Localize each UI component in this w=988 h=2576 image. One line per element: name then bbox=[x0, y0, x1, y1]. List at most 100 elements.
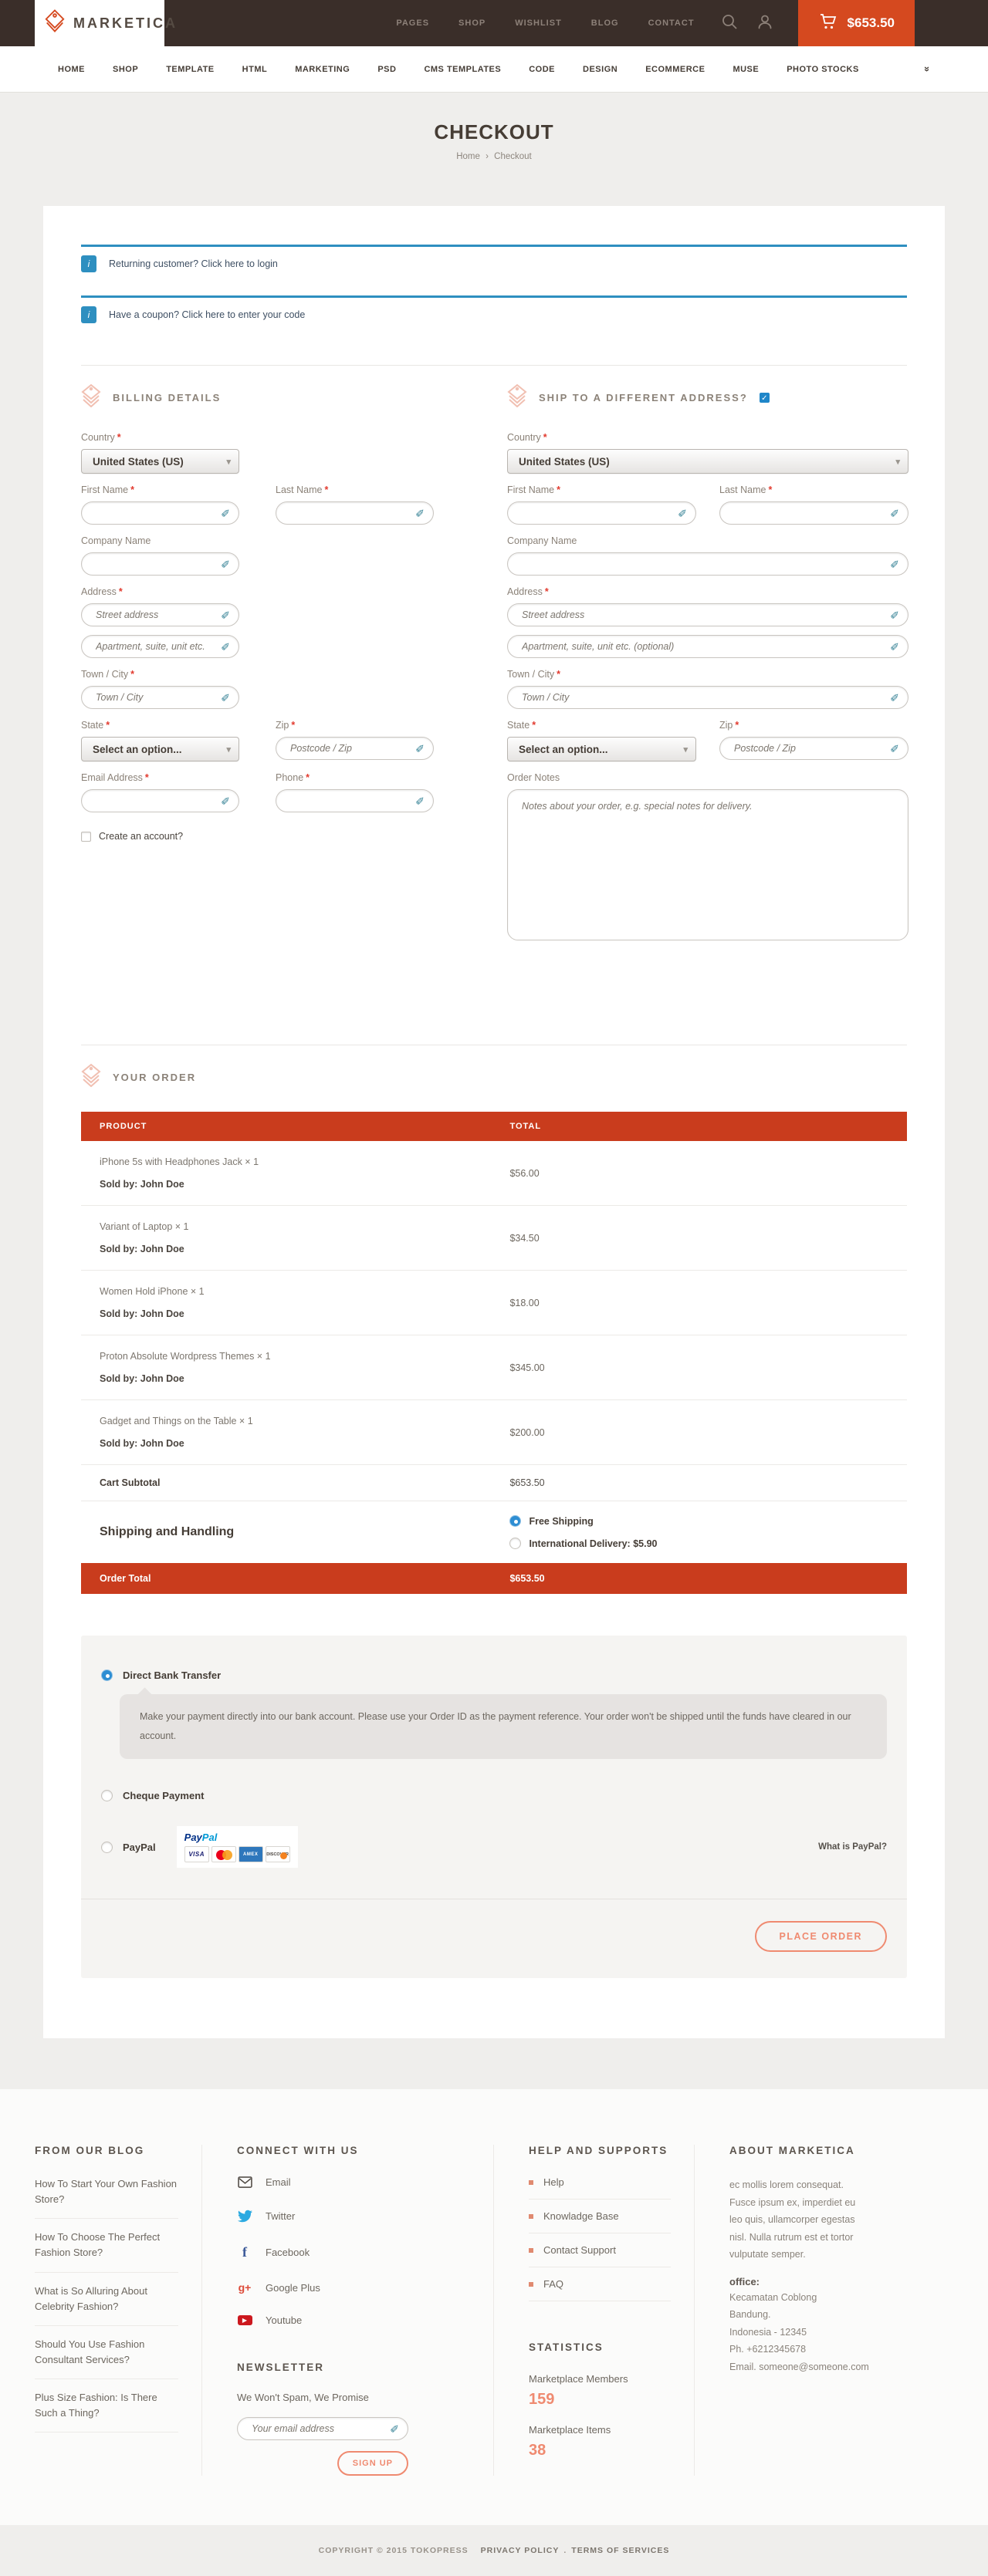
category-nav-link[interactable]: DESIGN bbox=[583, 65, 618, 74]
radio-icon[interactable] bbox=[509, 1538, 521, 1549]
bullet-icon bbox=[529, 2180, 533, 2185]
email-icon bbox=[237, 2176, 252, 2188]
brand-logo[interactable]: MARKETICA bbox=[35, 0, 164, 46]
selected-value: Select an option... bbox=[519, 744, 608, 755]
shipping-option-free[interactable]: Free Shipping bbox=[509, 1515, 888, 1527]
payment-method-cheque[interactable]: Cheque Payment bbox=[101, 1790, 887, 1801]
top-nav-link[interactable]: CONTACT bbox=[648, 19, 695, 28]
billing-zip-input[interactable] bbox=[276, 737, 434, 760]
billing-apartment-input[interactable] bbox=[81, 635, 239, 658]
shipping-last-name-input[interactable] bbox=[719, 501, 908, 525]
help-link[interactable]: Help bbox=[529, 2176, 671, 2200]
shipping-town-input[interactable] bbox=[507, 686, 908, 709]
breadcrumb-current: Checkout bbox=[494, 152, 532, 161]
blog-post-link[interactable]: What is So Alluring About Celebrity Fash… bbox=[35, 2273, 178, 2326]
privacy-policy-link[interactable]: PRIVACY POLICY bbox=[481, 2546, 560, 2555]
cart-button[interactable]: $653.50 bbox=[798, 0, 915, 46]
category-nav-link[interactable]: MARKETING bbox=[295, 65, 350, 74]
place-order-button[interactable]: PLACE ORDER bbox=[755, 1921, 887, 1952]
terms-link[interactable]: TERMS OF SERVICES bbox=[571, 2546, 669, 2555]
ship-different-checkbox[interactable] bbox=[760, 393, 770, 403]
edit-pen-icon bbox=[221, 795, 230, 805]
billing-state-select[interactable]: Select an option... bbox=[81, 737, 239, 761]
billing-town-input[interactable] bbox=[81, 686, 239, 709]
selected-value: United States (US) bbox=[93, 456, 184, 468]
billing-email-input[interactable] bbox=[81, 789, 239, 812]
order-notes-textarea[interactable] bbox=[507, 789, 908, 940]
shipping-first-name-input[interactable] bbox=[507, 501, 696, 525]
payment-method-label: PayPal bbox=[123, 1842, 156, 1853]
social-link-email[interactable]: Email bbox=[237, 2176, 470, 2188]
edit-pen-icon bbox=[678, 507, 687, 518]
category-nav-link[interactable]: CODE bbox=[529, 65, 555, 74]
shipping-section: SHIP TO A DIFFERENT ADDRESS? Country* Un… bbox=[507, 366, 908, 955]
nav-more-icon[interactable]: » bbox=[922, 66, 933, 72]
billing-company-input[interactable] bbox=[81, 552, 239, 576]
login-link[interactable]: Click here to login bbox=[201, 258, 278, 269]
search-icon[interactable] bbox=[721, 13, 738, 34]
what-is-paypal-link[interactable]: What is PayPal? bbox=[818, 1842, 887, 1852]
footer-blog-heading: FROM OUR BLOG bbox=[35, 2145, 178, 2156]
cart-total: $653.50 bbox=[848, 15, 895, 31]
payment-method-paypal[interactable]: PayPal PayPal VISA AMEX DISCOVER What is… bbox=[101, 1826, 887, 1868]
social-link-google-plus[interactable]: g+ Google Plus bbox=[237, 2281, 470, 2294]
billing-country-select[interactable]: United States (US) bbox=[81, 449, 239, 474]
shipping-option-international[interactable]: International Delivery: $5.90 bbox=[509, 1538, 888, 1549]
category-nav-link[interactable]: TEMPLATE bbox=[166, 65, 214, 74]
product-total: $18.00 bbox=[509, 1298, 888, 1308]
category-nav-link[interactable]: PHOTO STOCKS bbox=[787, 65, 859, 74]
shipping-state-select[interactable]: Select an option... bbox=[507, 737, 696, 761]
radio-icon[interactable] bbox=[101, 1842, 113, 1853]
blog-post-link[interactable]: How To Choose The Perfect Fashion Store? bbox=[35, 2219, 178, 2272]
account-icon[interactable] bbox=[756, 13, 773, 34]
social-link-twitter[interactable]: Twitter bbox=[237, 2209, 470, 2223]
help-link[interactable]: FAQ bbox=[529, 2267, 671, 2301]
shipping-country-select[interactable]: United States (US) bbox=[507, 449, 908, 474]
shipping-option-label: International Delivery: $5.90 bbox=[529, 1538, 657, 1549]
category-nav-link[interactable]: MUSE bbox=[733, 65, 759, 74]
about-text: ec mollis lorem consequat. Fusce ipsum e… bbox=[729, 2176, 867, 2264]
order-section: YOUR ORDER PRODUCT TOTAL iPhone 5s with … bbox=[81, 1045, 907, 1594]
top-nav-link[interactable]: PAGES bbox=[396, 19, 429, 28]
shipping-zip-input[interactable] bbox=[719, 737, 908, 760]
radio-icon[interactable] bbox=[101, 1790, 113, 1801]
shipping-company-input[interactable] bbox=[507, 552, 908, 576]
blog-post-link[interactable]: Should You Use Fashion Consultant Servic… bbox=[35, 2326, 178, 2379]
top-nav-link[interactable]: WISHLIST bbox=[515, 19, 562, 28]
selected-value: Select an option... bbox=[93, 744, 182, 755]
category-nav-link[interactable]: HTML bbox=[242, 65, 268, 74]
category-nav-link[interactable]: CMS TEMPLATES bbox=[424, 65, 501, 74]
category-nav-link[interactable]: PSD bbox=[377, 65, 396, 74]
bullet-icon bbox=[529, 2214, 533, 2219]
radio-selected-icon[interactable] bbox=[509, 1515, 521, 1527]
field-label: State bbox=[507, 720, 530, 731]
category-nav-link[interactable]: HOME bbox=[58, 65, 85, 74]
coupon-link[interactable]: Click here to enter your code bbox=[182, 309, 306, 320]
billing-phone-input[interactable] bbox=[276, 789, 434, 812]
blog-post-link[interactable]: How To Start Your Own Fashion Store? bbox=[35, 2176, 178, 2219]
footer-help-column: HELP AND SUPPORTS Help Knowladge Base Co… bbox=[494, 2145, 695, 2476]
breadcrumb-home[interactable]: Home bbox=[456, 152, 480, 161]
social-link-facebook[interactable]: f Facebook bbox=[237, 2244, 470, 2260]
shipping-street-input[interactable] bbox=[507, 603, 908, 626]
top-nav-link[interactable]: BLOG bbox=[591, 19, 619, 28]
billing-street-input[interactable] bbox=[81, 603, 239, 626]
blog-post-link[interactable]: Plus Size Fashion: Is There Such a Thing… bbox=[35, 2379, 178, 2433]
newsletter-email-input[interactable] bbox=[237, 2417, 408, 2440]
footer-blog-column: FROM OUR BLOG How To Start Your Own Fash… bbox=[0, 2145, 202, 2476]
billing-last-name-input[interactable] bbox=[276, 501, 434, 525]
payment-method-bank[interactable]: Direct Bank Transfer bbox=[101, 1670, 887, 1681]
help-link[interactable]: Contact Support bbox=[529, 2233, 671, 2267]
category-nav-link[interactable]: ECOMMERCE bbox=[645, 65, 705, 74]
signup-button[interactable]: SIGN UP bbox=[337, 2451, 408, 2476]
create-account-checkbox[interactable] bbox=[81, 832, 91, 842]
help-link[interactable]: Knowladge Base bbox=[529, 2200, 671, 2233]
office-address-line: Bandung. bbox=[729, 2306, 965, 2324]
social-link-youtube[interactable]: ▶ Youtube bbox=[237, 2314, 470, 2326]
top-nav-link[interactable]: SHOP bbox=[458, 19, 486, 28]
billing-first-name-input[interactable] bbox=[81, 501, 239, 525]
radio-selected-icon[interactable] bbox=[101, 1670, 113, 1681]
shipping-apartment-input[interactable] bbox=[507, 635, 908, 658]
category-nav-link[interactable]: SHOP bbox=[113, 65, 138, 74]
breadcrumb-separator: › bbox=[486, 152, 489, 161]
